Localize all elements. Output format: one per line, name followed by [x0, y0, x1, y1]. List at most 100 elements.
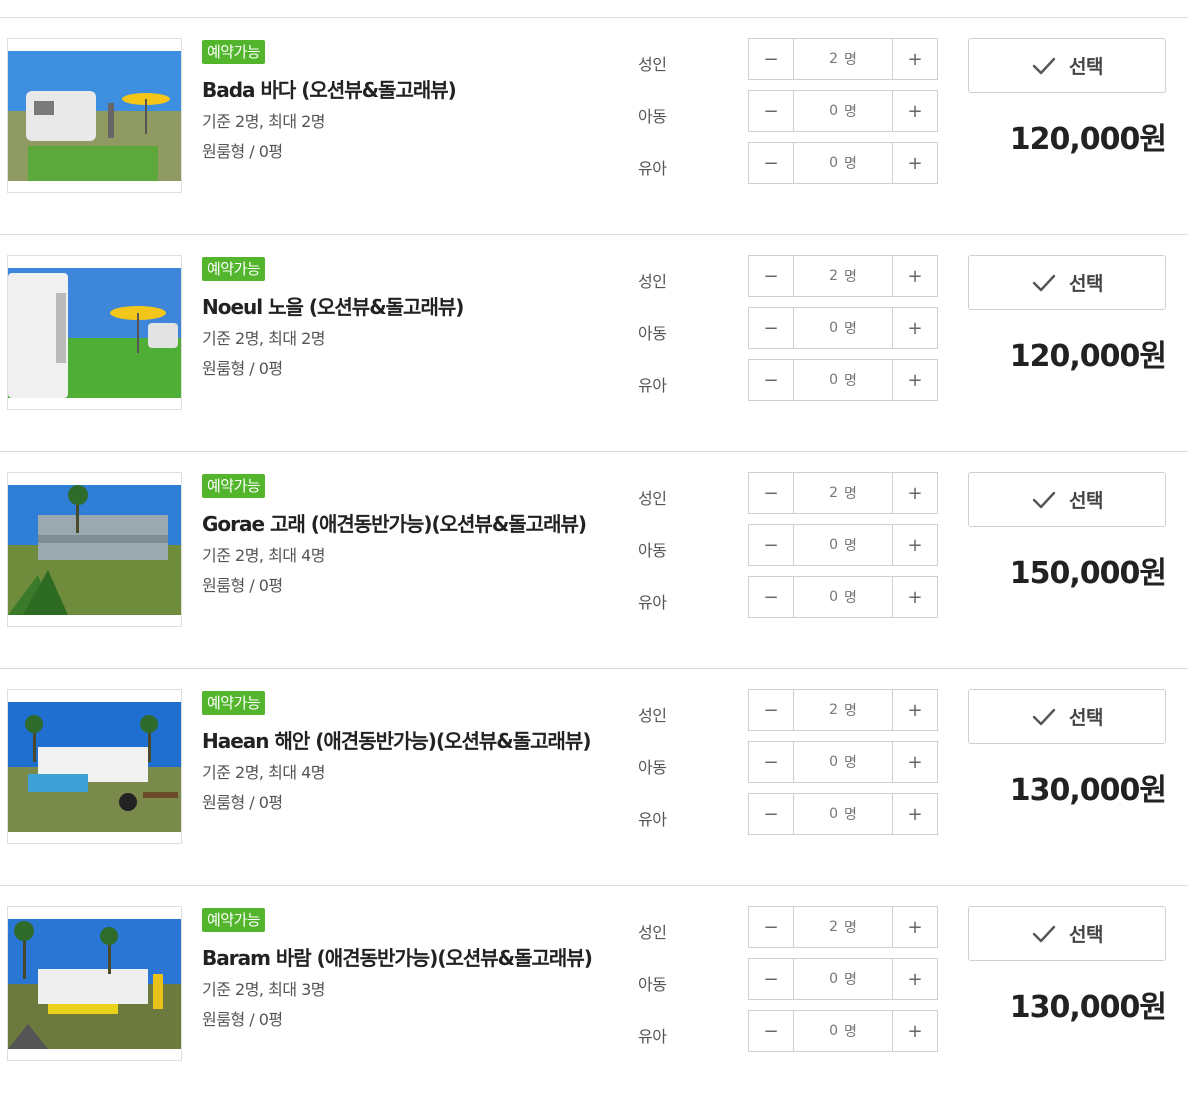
- guest-label: 유아: [638, 810, 667, 829]
- guest-stepper: − 0명 +: [748, 576, 938, 618]
- decrease-button[interactable]: −: [749, 690, 794, 730]
- guest-row-infant: 유아 − 0명 +: [638, 1010, 938, 1052]
- availability-badge: 예약가능: [202, 40, 266, 64]
- decrease-button[interactable]: −: [749, 907, 794, 947]
- guest-count-unit: 명: [844, 703, 857, 719]
- increase-button[interactable]: +: [892, 91, 937, 131]
- guest-count-unit: 명: [844, 52, 857, 68]
- guest-label: 유아: [638, 1027, 667, 1046]
- room-capacity: 기준 2명, 최대 4명: [202, 546, 326, 565]
- guest-selector: 성인 − 2명 + 아동 − 0명 + 유아 − 0명 +: [638, 689, 938, 845]
- increase-button[interactable]: +: [892, 525, 937, 565]
- increase-button[interactable]: +: [892, 143, 937, 183]
- decrease-button[interactable]: −: [749, 525, 794, 565]
- increase-button[interactable]: +: [892, 742, 937, 782]
- guest-label: 아동: [638, 324, 667, 343]
- increase-button[interactable]: +: [892, 959, 937, 999]
- increase-button[interactable]: +: [892, 39, 937, 79]
- guest-row-child: 아동 − 0명 +: [638, 90, 938, 132]
- room-name[interactable]: Gorae 고래 (애견동반가능)(오션뷰&돌고래뷰): [202, 512, 632, 536]
- decrease-button[interactable]: −: [749, 1011, 794, 1051]
- guest-label: 유아: [638, 376, 667, 395]
- guest-count-unit: 명: [844, 321, 857, 337]
- select-button[interactable]: 선택: [968, 38, 1166, 93]
- guest-count: 2명: [794, 907, 892, 947]
- increase-button[interactable]: +: [892, 690, 937, 730]
- decrease-button[interactable]: −: [749, 473, 794, 513]
- increase-button[interactable]: +: [892, 794, 937, 834]
- guest-count-value: 0: [829, 589, 839, 605]
- room-photo[interactable]: [7, 38, 182, 193]
- guest-count-unit: 명: [844, 755, 857, 771]
- room-photo[interactable]: [7, 689, 182, 844]
- guest-selector: 성인 − 2명 + 아동 − 0명 + 유아 − 0명 +: [638, 38, 938, 194]
- increase-button[interactable]: +: [892, 473, 937, 513]
- check-icon: [1032, 925, 1056, 942]
- decrease-button[interactable]: −: [749, 143, 794, 183]
- increase-button[interactable]: +: [892, 907, 937, 947]
- select-button[interactable]: 선택: [968, 255, 1166, 310]
- decrease-button[interactable]: −: [749, 360, 794, 400]
- decrease-button[interactable]: −: [749, 39, 794, 79]
- room-photo[interactable]: [7, 472, 182, 627]
- decrease-button[interactable]: −: [749, 91, 794, 131]
- guest-stepper: − 0명 +: [748, 741, 938, 783]
- room-info: 예약가능 Haean 해안 (애견동반가능)(오션뷰&돌고래뷰) 기준 2명, …: [202, 691, 632, 813]
- guest-stepper: − 0명 +: [748, 359, 938, 401]
- room-photo-image: [8, 268, 181, 398]
- select-label: 선택: [1069, 273, 1103, 295]
- select-button[interactable]: 선택: [968, 472, 1166, 527]
- room-info: 예약가능 Gorae 고래 (애견동반가능)(오션뷰&돌고래뷰) 기준 2명, …: [202, 474, 632, 596]
- select-button[interactable]: 선택: [968, 689, 1166, 744]
- decrease-button[interactable]: −: [749, 256, 794, 296]
- increase-button[interactable]: +: [892, 360, 937, 400]
- guest-count: 0명: [794, 91, 892, 131]
- room-name[interactable]: Haean 해안 (애견동반가능)(오션뷰&돌고래뷰): [202, 729, 632, 753]
- increase-button[interactable]: +: [892, 1011, 937, 1051]
- guest-label: 성인: [638, 272, 667, 291]
- guest-count-value: 2: [829, 919, 839, 935]
- guest-count: 2명: [794, 690, 892, 730]
- guest-row-child: 아동 − 0명 +: [638, 307, 938, 349]
- guest-row-child: 아동 − 0명 +: [638, 958, 938, 1000]
- decrease-button[interactable]: −: [749, 794, 794, 834]
- guest-row-child: 아동 − 0명 +: [638, 524, 938, 566]
- guest-row-infant: 유아 − 0명 +: [638, 576, 938, 618]
- room-name[interactable]: Noeul 노을 (오션뷰&돌고래뷰): [202, 295, 632, 319]
- guest-count: 0명: [794, 1011, 892, 1051]
- increase-button[interactable]: +: [892, 256, 937, 296]
- increase-button[interactable]: +: [892, 577, 937, 617]
- decrease-button[interactable]: −: [749, 959, 794, 999]
- guest-stepper: − 0명 +: [748, 793, 938, 835]
- guest-count: 2명: [794, 39, 892, 79]
- room-photo-image: [8, 919, 181, 1049]
- guest-label: 성인: [638, 55, 667, 74]
- guest-stepper: − 0명 +: [748, 90, 938, 132]
- guest-count-value: 0: [829, 537, 839, 553]
- guest-count-value: 2: [829, 268, 839, 284]
- guest-count: 0명: [794, 360, 892, 400]
- guest-count-value: 0: [829, 1023, 839, 1039]
- guest-label: 아동: [638, 541, 667, 560]
- guest-count-value: 0: [829, 754, 839, 770]
- guest-stepper: − 2명 +: [748, 689, 938, 731]
- room-photo[interactable]: [7, 255, 182, 410]
- guest-row-adult: 성인 − 2명 +: [638, 906, 938, 948]
- guest-row-adult: 성인 − 2명 +: [638, 472, 938, 514]
- guest-label: 아동: [638, 758, 667, 777]
- decrease-button[interactable]: −: [749, 577, 794, 617]
- guest-count-unit: 명: [844, 590, 857, 606]
- availability-badge: 예약가능: [202, 474, 266, 498]
- room-name[interactable]: Baram 바람 (애견동반가능)(오션뷰&돌고래뷰): [202, 946, 632, 970]
- increase-button[interactable]: +: [892, 308, 937, 348]
- decrease-button[interactable]: −: [749, 308, 794, 348]
- room-list: 예약가능 Bada 바다 (오션뷰&돌고래뷰) 기준 2명, 최대 2명 원룸형…: [0, 17, 1188, 1102]
- decrease-button[interactable]: −: [749, 742, 794, 782]
- room-name[interactable]: Bada 바다 (오션뷰&돌고래뷰): [202, 78, 632, 102]
- room-photo-image: [8, 702, 181, 832]
- select-button[interactable]: 선택: [968, 906, 1166, 961]
- guest-count: 2명: [794, 256, 892, 296]
- room-photo[interactable]: [7, 906, 182, 1061]
- guest-selector: 성인 − 2명 + 아동 − 0명 + 유아 − 0명 +: [638, 906, 938, 1062]
- guest-stepper: − 2명 +: [748, 38, 938, 80]
